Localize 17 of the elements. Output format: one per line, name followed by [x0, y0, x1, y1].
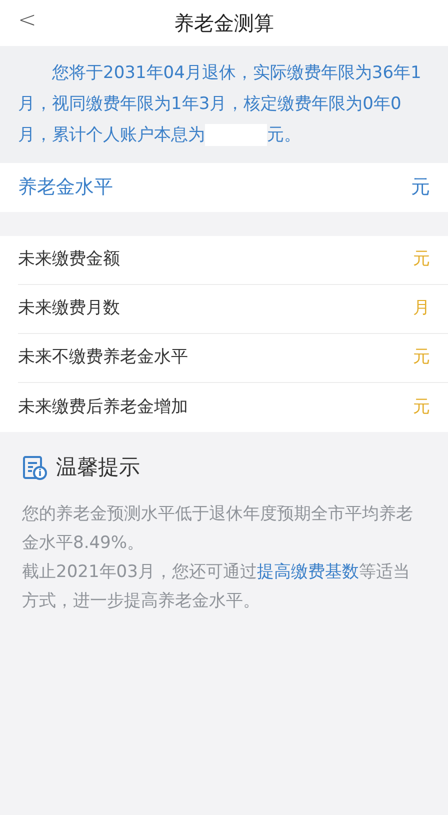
tips-title: 温馨提示: [56, 454, 140, 481]
row-label: 未来缴费金额: [18, 248, 120, 272]
tip-text: 您的养老金预测水平低于退休年度预期全市平均养老金水平8.49%。: [22, 502, 414, 554]
row-label: 未来缴费后养老金增加: [18, 396, 188, 419]
row-unit: 元: [413, 248, 430, 272]
row-label: 未来缴费月数: [18, 297, 120, 320]
notice-icon: [22, 454, 48, 481]
row-unit: 元: [413, 346, 430, 370]
row-unit: 月: [413, 297, 430, 320]
row-unit: 元: [411, 175, 430, 200]
tip-link[interactable]: 提高缴费基数: [256, 562, 359, 582]
tip-text: 截止2021年03月，您还可通过提高缴费基数等适当方式，进一步提高养老金水平。: [22, 560, 411, 612]
row-label: 养老金水平: [18, 175, 113, 200]
row-label: 未来不缴费养老金水平: [18, 346, 188, 370]
page-title: 养老金测算: [174, 11, 274, 35]
back-button[interactable]: <: [14, 6, 40, 36]
row-unit: 元: [413, 396, 430, 419]
